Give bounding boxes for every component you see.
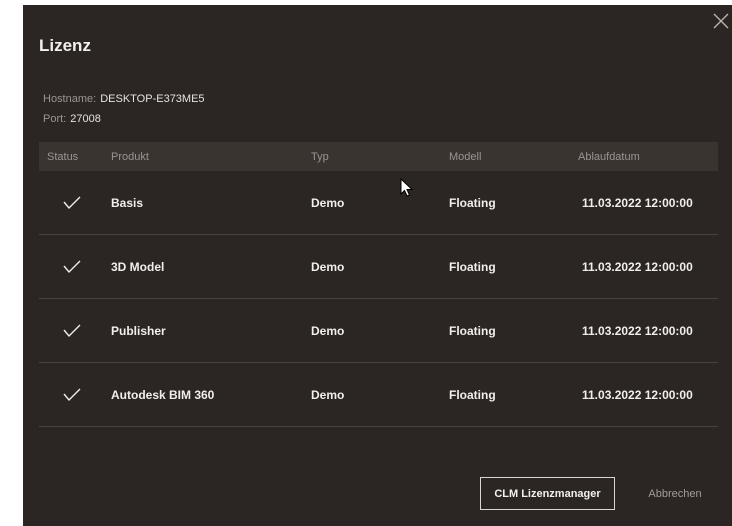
port-label: Port: <box>43 113 67 125</box>
close-button[interactable] <box>710 10 732 32</box>
produkt-cell: 3D Model <box>111 259 165 274</box>
table-row[interactable]: 3D Model Demo Floating 11.03.2022 12:00:… <box>39 235 718 299</box>
license-table: Status Produkt Typ Modell Ablaufdatum Ba… <box>39 142 718 427</box>
dialog-title: Lizenz <box>39 36 91 55</box>
column-header-ablaufdatum[interactable]: Ablaufdatum <box>578 151 718 163</box>
checkmark-icon <box>63 260 81 273</box>
produkt-cell: Basis <box>111 195 144 210</box>
checkmark-icon <box>63 324 81 337</box>
status-cell <box>39 196 111 210</box>
modell-cell: Floating <box>449 259 496 274</box>
port-info: Port: 27008 <box>43 113 101 125</box>
status-cell <box>39 388 111 402</box>
ablaufdatum-cell: 11.03.2022 12:00:00 <box>582 259 693 274</box>
table-row[interactable]: Autodesk BIM 360 Demo Floating 11.03.202… <box>39 363 718 427</box>
typ-cell: Demo <box>311 195 345 210</box>
clm-lizenzmanager-button[interactable]: CLM Lizenzmanager <box>480 477 615 510</box>
table-row[interactable]: Publisher Demo Floating 11.03.2022 12:00… <box>39 299 718 363</box>
table-header: Status Produkt Typ Modell Ablaufdatum <box>39 142 718 171</box>
status-cell <box>39 260 111 274</box>
table-row[interactable]: Basis Demo Floating 11.03.2022 12:00:00 <box>39 171 718 235</box>
column-header-status[interactable]: Status <box>39 151 111 163</box>
produkt-cell: Autodesk BIM 360 <box>111 387 215 402</box>
column-header-typ[interactable]: Typ <box>311 151 449 163</box>
port-value: 27008 <box>70 113 101 125</box>
column-header-modell[interactable]: Modell <box>449 151 578 163</box>
modell-cell: Floating <box>449 323 496 338</box>
checkmark-icon <box>63 196 81 209</box>
typ-cell: Demo <box>311 387 345 402</box>
column-header-produkt[interactable]: Produkt <box>111 151 311 163</box>
mouse-pointer-icon <box>400 178 414 197</box>
license-dialog: Lizenz Hostname: DESKTOP-E373ME5 Port: 270… <box>23 5 732 526</box>
produkt-cell: Publisher <box>111 323 166 338</box>
ablaufdatum-cell: 11.03.2022 12:00:00 <box>582 323 693 338</box>
hostname-value: DESKTOP-E373ME5 <box>100 93 205 105</box>
ablaufdatum-cell: 11.03.2022 12:00:00 <box>582 387 693 402</box>
modell-cell: Floating <box>449 387 496 402</box>
modell-cell: Floating <box>449 195 496 210</box>
close-icon <box>713 13 729 29</box>
hostname-info: Hostname: DESKTOP-E373ME5 <box>43 93 205 105</box>
checkmark-icon <box>63 388 81 401</box>
status-cell <box>39 324 111 338</box>
ablaufdatum-cell: 11.03.2022 12:00:00 <box>582 195 693 210</box>
typ-cell: Demo <box>311 259 345 274</box>
typ-cell: Demo <box>311 323 345 338</box>
hostname-label: Hostname: <box>43 93 97 105</box>
cancel-button[interactable]: Abbrechen <box>635 477 715 510</box>
